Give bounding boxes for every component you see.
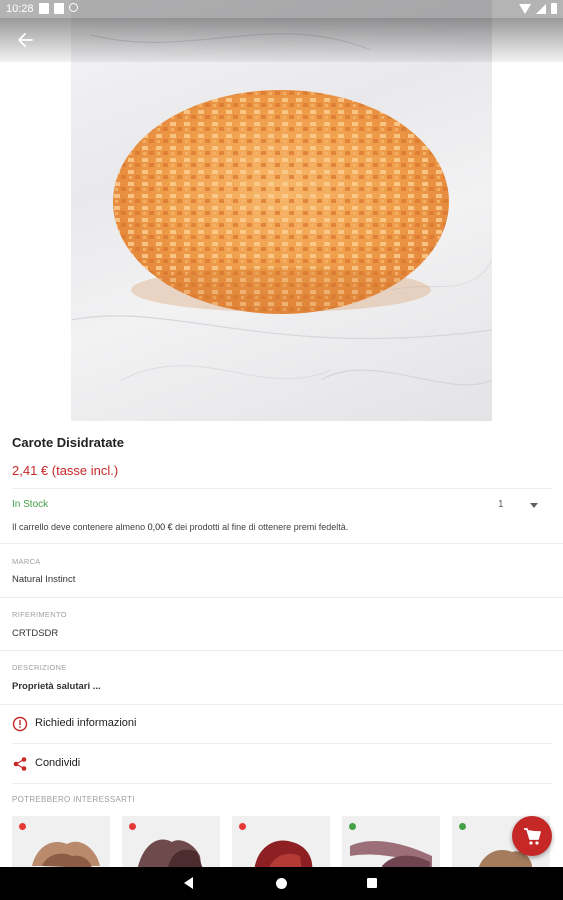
suggestion-card[interactable]	[122, 816, 220, 868]
brand-value: Natural Instinct	[12, 574, 76, 585]
carrot-pile-image	[71, 33, 492, 386]
availability-dot	[349, 823, 356, 830]
product-thumbnail	[350, 841, 432, 868]
toolbar-shade	[0, 18, 563, 62]
notification-icons	[39, 3, 78, 14]
divider	[12, 488, 552, 489]
sd-card-icon	[54, 3, 64, 14]
description-label: DESCRIZIONE	[12, 663, 67, 672]
availability-dot	[129, 823, 136, 830]
availability-dot	[19, 823, 26, 830]
quantity-value: 1	[498, 499, 504, 510]
suggestions-title: POTREBBERO INTERESSARTI	[12, 795, 135, 804]
divider	[0, 597, 563, 598]
system-nav-bar	[0, 867, 563, 900]
nav-back-icon[interactable]	[184, 877, 193, 889]
suggestion-card[interactable]	[232, 816, 330, 868]
suggestions-carousel[interactable]	[12, 816, 563, 868]
loyalty-note: Il carrello deve contenere almeno 0,00 €…	[12, 522, 348, 532]
share-label: Condividi	[35, 757, 81, 769]
divider	[12, 743, 552, 744]
divider	[0, 650, 563, 651]
loyalty-note-prefix: Il carrello deve contenere almeno	[12, 522, 148, 532]
wifi-icon	[519, 3, 531, 14]
cart-fab-button[interactable]	[512, 816, 552, 856]
back-button[interactable]	[12, 27, 40, 53]
nav-home-icon[interactable]	[276, 878, 287, 889]
availability-dot	[239, 823, 246, 830]
divider	[12, 783, 552, 784]
product-thumbnail	[137, 839, 203, 868]
description-value[interactable]: Proprietà salutari ...	[12, 681, 101, 692]
loyalty-note-suffix: dei prodotti al fine di ottenere premi f…	[172, 522, 349, 532]
share-icon	[12, 756, 28, 777]
status-time: 10:28	[6, 3, 34, 15]
signal-icon	[536, 3, 546, 14]
product-price: 2,41 € (tasse incl.)	[12, 463, 119, 478]
info-circle-icon	[12, 716, 28, 737]
request-info-button[interactable]: Richiedi informazioni	[0, 705, 563, 743]
arrow-left-icon	[18, 33, 33, 47]
nav-recents-icon[interactable]	[367, 878, 377, 888]
product-thumbnail	[254, 840, 313, 868]
reference-value: CRTDSDR	[12, 628, 59, 639]
divider	[0, 543, 563, 544]
system-icons	[519, 3, 557, 14]
status-bar: 10:28	[0, 0, 563, 18]
stock-status: In Stock	[12, 499, 49, 510]
product-title: Carote Disidratate	[12, 435, 124, 450]
reference-label: RIFERIMENTO	[12, 610, 67, 619]
loyalty-amount: 0,00 €	[147, 522, 173, 532]
quantity-select[interactable]	[488, 494, 548, 516]
availability-dot	[459, 823, 466, 830]
cart-icon	[524, 828, 541, 845]
share-button[interactable]: Condividi	[0, 745, 563, 783]
suggestion-card[interactable]	[342, 816, 440, 868]
request-info-label: Richiedi informazioni	[35, 717, 137, 729]
brand-label: MARCA	[12, 557, 41, 566]
product-image[interactable]	[71, 0, 492, 421]
suggestion-card[interactable]	[12, 816, 110, 868]
notification-square-icon	[39, 3, 49, 14]
chevron-down-icon[interactable]	[530, 503, 538, 508]
product-thumbnail	[32, 841, 100, 868]
battery-icon	[551, 3, 557, 14]
blocked-icon	[69, 3, 78, 12]
